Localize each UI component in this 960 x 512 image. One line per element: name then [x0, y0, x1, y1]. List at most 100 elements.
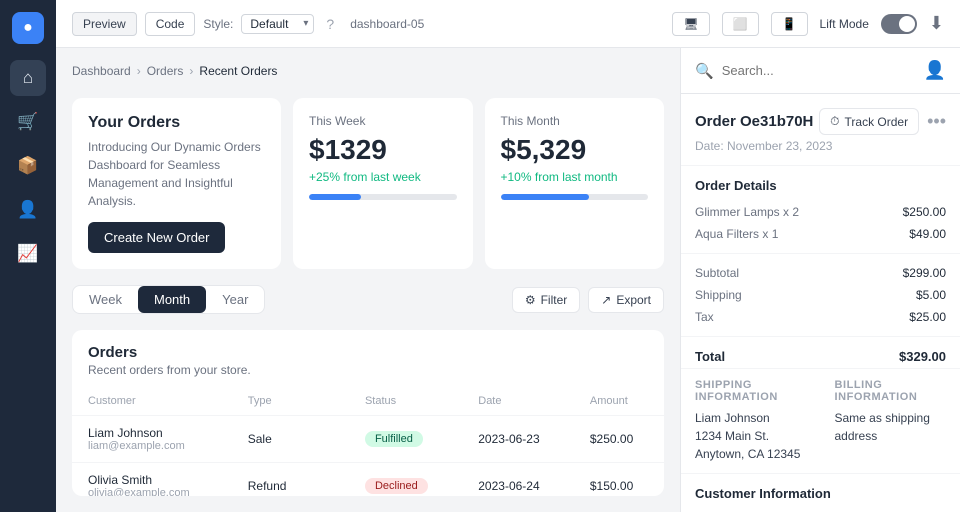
sidebar-item-products[interactable]: 📦 — [10, 148, 46, 184]
code-tab[interactable]: Code — [145, 12, 196, 36]
total-value: $329.00 — [899, 349, 946, 364]
shipping-info-text: Liam Johnson 1234 Main St. Anytown, CA 1… — [695, 409, 807, 463]
detail-label-1: Glimmer Lamps x 2 — [695, 205, 799, 219]
sidebar-logo[interactable]: ● — [12, 12, 44, 44]
sidebar-item-analytics[interactable]: 📈 — [10, 236, 46, 272]
this-month-card: This Month $5,329 +10% from last month — [485, 98, 665, 269]
orders-table: Customer Type Status Date Amount Liam Jo… — [72, 387, 664, 496]
export-icon: ↗ — [601, 293, 611, 307]
this-week-change: +25% from last week — [309, 170, 457, 184]
this-month-amount: $5,329 — [501, 134, 649, 166]
order-id-row: Order Oe31b70H ⏱ Track Order ••• — [681, 94, 960, 139]
track-icon: ⏱ — [830, 114, 839, 129]
cell-amount-0: $250.00 — [574, 416, 664, 463]
orders-section: Orders Recent orders from your store. Cu… — [72, 330, 664, 496]
desktop-view-btn[interactable]: 🖥 — [672, 12, 709, 36]
subtotal-row: Subtotal $299.00 — [681, 262, 960, 284]
table-row[interactable]: Liam Johnson liam@example.com Sale Fulfi… — [72, 416, 664, 463]
filter-button[interactable]: ⚙ Filter — [512, 287, 580, 313]
create-new-order-button[interactable]: Create New Order — [88, 222, 225, 253]
time-tabs: Week Month Year — [72, 285, 265, 314]
customer-info-section: Customer Information Customer Liam Johns… — [681, 473, 960, 512]
billing-info-text: Same as shipping address — [835, 409, 947, 445]
cell-customer-0: Liam Johnson liam@example.com — [72, 416, 232, 463]
intro-card: Your Orders Introducing Our Dynamic Orde… — [72, 98, 281, 269]
billing-info-title: Billing Information — [835, 379, 947, 403]
customer-name-0: Liam Johnson — [88, 426, 216, 440]
col-date: Date — [462, 387, 574, 416]
preview-tab[interactable]: Preview — [72, 12, 137, 36]
cell-type-1: Refund — [232, 463, 349, 497]
detail-val-2: $49.00 — [909, 227, 946, 241]
export-button[interactable]: ↗ Export — [588, 287, 664, 313]
week-tab[interactable]: Week — [73, 286, 138, 313]
detail-row-2: Aqua Filters x 1 $49.00 — [681, 223, 960, 245]
cards-row: Your Orders Introducing Our Dynamic Orde… — [72, 98, 664, 269]
tax-row: Tax $25.00 — [681, 306, 960, 328]
style-label: Style: — [203, 17, 233, 31]
info-grid: Shipping Information Liam Johnson 1234 M… — [681, 369, 960, 473]
col-status: Status — [349, 387, 462, 416]
customer-info-title: Customer Information — [681, 474, 960, 509]
status-badge-0: Fulfilled — [365, 431, 423, 447]
year-tab[interactable]: Year — [206, 286, 264, 313]
month-tab[interactable]: Month — [138, 286, 206, 313]
cell-amount-1: $150.00 — [574, 463, 664, 497]
search-input[interactable] — [722, 63, 916, 78]
orders-title: Orders — [88, 344, 648, 361]
toggle-knob — [899, 16, 915, 32]
divider-2 — [681, 336, 960, 337]
breadcrumb-orders[interactable]: Orders — [147, 64, 184, 78]
track-label: Track Order — [845, 115, 909, 129]
lift-mode-label: Lift Mode — [820, 17, 869, 31]
this-month-label: This Month — [501, 114, 649, 128]
lift-mode-toggle[interactable] — [881, 14, 917, 34]
search-bar: 🔍 👤 — [681, 48, 960, 94]
info-icon[interactable]: ? — [326, 16, 334, 32]
this-week-bar — [309, 194, 457, 200]
this-month-change: +10% from last month — [501, 170, 649, 184]
track-order-button[interactable]: ⏱ Track Order — [819, 108, 919, 135]
sidebar-item-home[interactable]: ⌂ — [10, 60, 46, 96]
breadcrumb-dashboard[interactable]: Dashboard — [72, 64, 131, 78]
mobile-view-btn[interactable]: 📱 — [771, 12, 808, 36]
sidebar-item-orders[interactable]: 🛒 — [10, 104, 46, 140]
breadcrumb: Dashboard › Orders › Recent Orders — [72, 64, 664, 78]
more-options-icon[interactable]: ••• — [927, 111, 946, 132]
billing-info-col: Billing Information Same as shipping add… — [821, 369, 960, 473]
info-section: Shipping Information Liam Johnson 1234 M… — [681, 368, 960, 473]
sidebar-item-customers[interactable]: 👤 — [10, 192, 46, 228]
divider-1 — [681, 253, 960, 254]
filter-label: Filter — [541, 293, 568, 307]
this-month-bar — [501, 194, 649, 200]
breadcrumb-sep-2: › — [189, 64, 193, 78]
order-details-title: Order Details — [681, 166, 960, 201]
intro-description: Introducing Our Dynamic Orders Dashboard… — [88, 138, 265, 210]
detail-row-1: Glimmer Lamps x 2 $250.00 — [681, 201, 960, 223]
sidebar: ● ⌂ 🛒 📦 👤 📈 — [0, 0, 56, 512]
route-label: dashboard-05 — [350, 17, 424, 31]
customer-email-0: liam@example.com — [88, 440, 216, 452]
this-month-bar-fill — [501, 194, 590, 200]
order-date: Date: November 23, 2023 — [681, 139, 960, 166]
order-id-actions: ⏱ Track Order ••• — [819, 108, 946, 135]
table-row[interactable]: Olivia Smith olivia@example.com Refund D… — [72, 463, 664, 497]
style-select[interactable]: Default — [241, 14, 314, 34]
total-row: Total $329.00 — [681, 345, 960, 368]
cell-status-1: Declined — [349, 463, 462, 497]
shipping-info-col: Shipping Information Liam Johnson 1234 M… — [681, 369, 821, 473]
subtotal-value: $299.00 — [903, 266, 946, 280]
tablet-view-btn[interactable]: ⬜ — [722, 12, 759, 36]
this-week-card: This Week $1329 +25% from last week — [293, 98, 473, 269]
this-week-label: This Week — [309, 114, 457, 128]
detail-label-2: Aqua Filters x 1 — [695, 227, 778, 241]
user-avatar-icon[interactable]: 👤 — [924, 60, 946, 81]
download-icon[interactable]: ⬇ — [929, 13, 944, 34]
filter-icon: ⚙ — [525, 293, 536, 307]
cell-customer-1: Olivia Smith olivia@example.com — [72, 463, 232, 497]
intro-title: Your Orders — [88, 114, 265, 132]
status-badge-1: Declined — [365, 478, 428, 494]
orders-subtitle: Recent orders from your store. — [88, 363, 648, 377]
customer-email-1: olivia@example.com — [88, 487, 216, 496]
breadcrumb-current: Recent Orders — [199, 64, 277, 78]
